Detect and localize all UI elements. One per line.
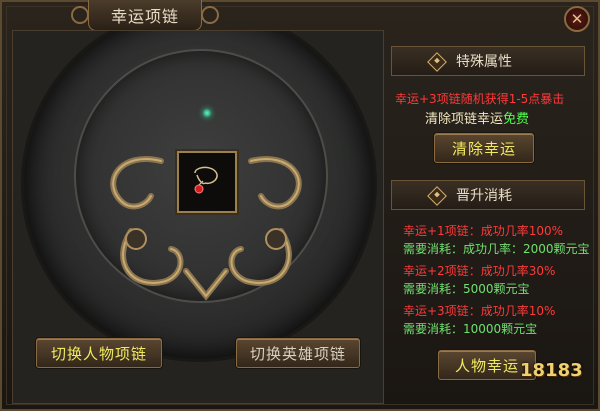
diamond-icon [427, 52, 447, 72]
diamond-icon [427, 186, 447, 206]
upgrade-row-title: 幸运+2项链：成功几率30% [403, 264, 556, 278]
dragon-ornament-icon [110, 156, 302, 301]
info-panel: 特殊属性 幸运+3项链随机获得1-5点暴击 清除项链幸运免费 清除幸运 晋升消耗… [391, 40, 590, 404]
close-icon[interactable]: ✕ [564, 6, 590, 32]
clear-luck-button[interactable]: 清除幸运 [434, 133, 534, 163]
upgrade-row-title: 幸运+3项链：成功几率10% [403, 304, 556, 318]
necklace-slot[interactable] [177, 151, 237, 213]
upgrade-row-cost: 需要消耗：成功几率：2000颗元宝 [403, 242, 590, 256]
switch-hero-necklace-button[interactable]: 切换英雄项链 [236, 338, 360, 368]
special-attr-header: 特殊属性 [391, 46, 585, 76]
switch-person-necklace-button[interactable]: 切换人物项链 [36, 338, 162, 368]
watermark-logo: 18183 [520, 360, 583, 381]
upgrade-row-cost: 需要消耗：10000颗元宝 [403, 322, 538, 336]
jade-gem-icon [203, 109, 211, 117]
special-attr-title: 特殊属性 [456, 54, 512, 70]
upgrade-row-title: 幸运+1项链：成功几率100% [403, 224, 563, 238]
upgrade-cost-header: 晋升消耗 [391, 180, 585, 210]
clear-luck-text: 清除项链幸运 [425, 112, 504, 127]
upgrade-row-cost: 需要消耗：5000颗元宝 [403, 282, 530, 296]
window-title: 幸运项链 [71, 0, 219, 31]
free-label: 免费 [503, 112, 530, 127]
necklace-icon [194, 166, 218, 194]
upgrade-cost-title: 晋升消耗 [456, 188, 512, 204]
clear-luck-note: 清除项链幸运免费 [425, 108, 529, 127]
special-attr-line: 幸运+3项链随机获得1-5点暴击 [395, 92, 565, 106]
